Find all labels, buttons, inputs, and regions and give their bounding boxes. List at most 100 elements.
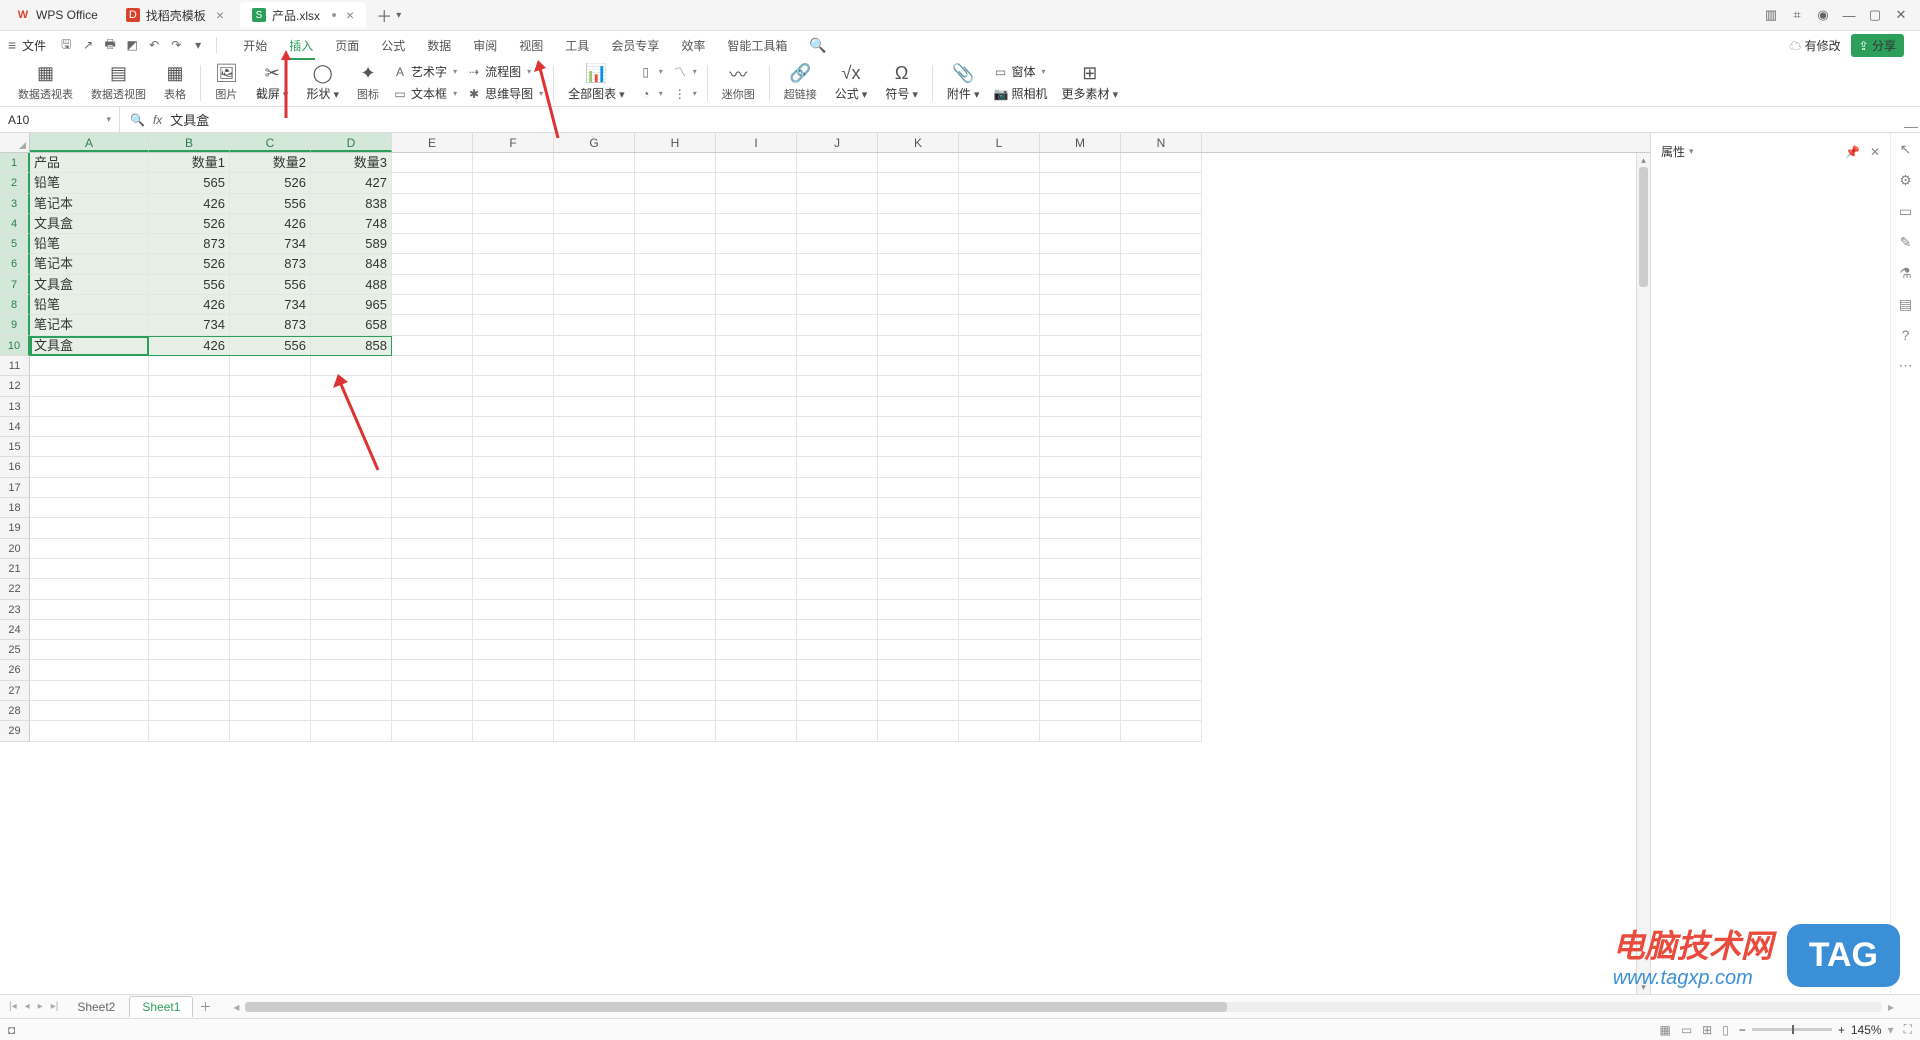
fullscreen-icon[interactable]: ⛶ xyxy=(1904,1022,1912,1037)
view-break-icon[interactable]: ⊞ xyxy=(1702,1023,1712,1037)
cell[interactable]: 铅笔 xyxy=(30,234,149,254)
cell[interactable] xyxy=(149,457,230,477)
cell[interactable] xyxy=(473,397,554,417)
row-header[interactable]: 3 xyxy=(0,194,30,214)
cell[interactable] xyxy=(1040,173,1121,193)
cell[interactable] xyxy=(716,681,797,701)
cell[interactable] xyxy=(392,356,473,376)
cell[interactable] xyxy=(230,376,311,396)
row-header[interactable]: 6 xyxy=(0,254,30,274)
cell[interactable]: 556 xyxy=(149,275,230,295)
cell[interactable] xyxy=(311,397,392,417)
cell[interactable] xyxy=(149,397,230,417)
symbol-button[interactable]: Ω符号 ▾ xyxy=(877,61,926,105)
cell[interactable] xyxy=(554,620,635,640)
col-header-N[interactable]: N xyxy=(1121,133,1202,152)
cell[interactable] xyxy=(392,660,473,680)
cell[interactable] xyxy=(959,336,1040,356)
cell[interactable] xyxy=(311,478,392,498)
panel-title[interactable]: 属性▾ 📌 ✕ xyxy=(1651,133,1890,170)
pivot-chart-button[interactable]: ▤数据透视图 xyxy=(83,61,154,105)
cell[interactable] xyxy=(30,600,149,620)
cell[interactable] xyxy=(716,640,797,660)
chart-line-button[interactable]: 〽▾ xyxy=(673,63,697,81)
cell[interactable] xyxy=(959,437,1040,457)
col-header-M[interactable]: M xyxy=(1040,133,1121,152)
cell[interactable] xyxy=(959,153,1040,173)
cell[interactable] xyxy=(797,194,878,214)
cell[interactable] xyxy=(554,518,635,538)
cell[interactable] xyxy=(635,620,716,640)
row-header[interactable]: 1 xyxy=(0,153,30,173)
cell[interactable] xyxy=(473,315,554,335)
close-window-button[interactable]: ✕ xyxy=(1890,4,1912,26)
cell[interactable] xyxy=(635,498,716,518)
cell[interactable] xyxy=(716,478,797,498)
more-tool-icon[interactable]: ⋯ xyxy=(1899,357,1913,374)
cell[interactable] xyxy=(554,336,635,356)
cell[interactable] xyxy=(149,681,230,701)
cell[interactable]: 734 xyxy=(230,234,311,254)
cell[interactable] xyxy=(554,539,635,559)
cell[interactable] xyxy=(554,478,635,498)
cell[interactable] xyxy=(1040,295,1121,315)
cell[interactable] xyxy=(878,478,959,498)
cell[interactable] xyxy=(1040,376,1121,396)
cell[interactable] xyxy=(230,681,311,701)
cell[interactable] xyxy=(959,579,1040,599)
cell[interactable] xyxy=(392,194,473,214)
cell[interactable] xyxy=(392,457,473,477)
cell[interactable] xyxy=(635,600,716,620)
cell[interactable] xyxy=(392,539,473,559)
cell[interactable] xyxy=(1121,478,1202,498)
cell[interactable] xyxy=(1040,660,1121,680)
cell[interactable]: 556 xyxy=(230,336,311,356)
cell[interactable] xyxy=(635,275,716,295)
cell[interactable] xyxy=(30,356,149,376)
cell[interactable] xyxy=(392,275,473,295)
cell[interactable] xyxy=(311,681,392,701)
cell[interactable] xyxy=(392,640,473,660)
cell[interactable] xyxy=(635,376,716,396)
cell[interactable] xyxy=(473,153,554,173)
cell[interactable] xyxy=(1121,681,1202,701)
next-sheet-icon[interactable]: ▸ xyxy=(35,1001,46,1012)
flowchart-button[interactable]: ⇢流程图▾ xyxy=(467,63,543,81)
cell[interactable] xyxy=(554,315,635,335)
zoom-value[interactable]: 145% xyxy=(1851,1023,1882,1037)
scroll-up-icon[interactable]: ▴ xyxy=(1637,153,1650,167)
cell[interactable] xyxy=(1040,254,1121,274)
cell[interactable] xyxy=(878,397,959,417)
cell[interactable] xyxy=(797,457,878,477)
cell[interactable] xyxy=(473,295,554,315)
spreadsheet-grid[interactable]: ABCDEFGHIJKLMN 1产品数量1数量2数量32铅笔5655264273… xyxy=(0,133,1650,994)
cell[interactable] xyxy=(473,498,554,518)
preview-icon[interactable]: ◩ xyxy=(122,35,142,55)
cell[interactable] xyxy=(554,640,635,660)
cell[interactable] xyxy=(554,254,635,274)
menu-效率[interactable]: 效率 xyxy=(671,33,715,58)
cell[interactable] xyxy=(959,356,1040,376)
cell[interactable]: 426 xyxy=(149,194,230,214)
cell[interactable] xyxy=(1121,457,1202,477)
settings-tool-icon[interactable]: ⚙ xyxy=(1899,172,1912,189)
row-header[interactable]: 8 xyxy=(0,295,30,315)
cell[interactable] xyxy=(1121,640,1202,660)
cell[interactable] xyxy=(473,356,554,376)
form-control-button[interactable]: ▭窗体▾ xyxy=(994,63,1048,81)
row-header[interactable]: 2 xyxy=(0,173,30,193)
cell[interactable] xyxy=(716,173,797,193)
cell[interactable] xyxy=(716,457,797,477)
collapse-panel-icon[interactable]: — xyxy=(1904,118,1918,134)
menu-插入[interactable]: 插入 xyxy=(279,33,323,58)
cell[interactable] xyxy=(878,194,959,214)
cell[interactable] xyxy=(554,234,635,254)
cell[interactable] xyxy=(392,498,473,518)
prev-sheet-icon[interactable]: ◂ xyxy=(22,1001,33,1012)
menu-审阅[interactable]: 审阅 xyxy=(463,33,507,58)
cell[interactable]: 556 xyxy=(230,275,311,295)
cell[interactable] xyxy=(959,721,1040,741)
cell[interactable] xyxy=(1121,620,1202,640)
cell[interactable] xyxy=(230,701,311,721)
cell[interactable] xyxy=(1040,478,1121,498)
